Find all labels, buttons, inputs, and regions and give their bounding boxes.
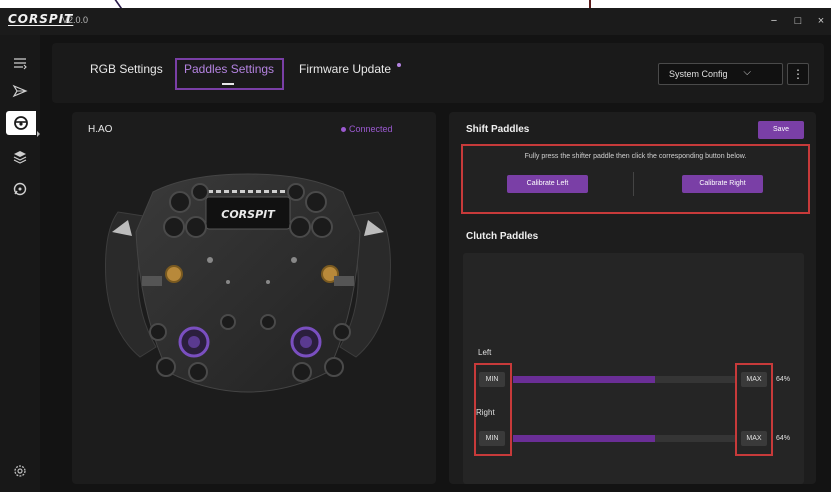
app-version: V2.0.0 <box>62 15 89 25</box>
min-highlight-box <box>474 363 512 456</box>
chevron-down-icon: ⌵ <box>743 67 751 78</box>
minimize-button[interactable]: − <box>766 13 782 29</box>
clutch-left-bar <box>513 376 735 383</box>
clutch-paddles-title: Clutch Paddles <box>466 231 539 242</box>
tab-rgb-settings[interactable]: RGB Settings <box>90 62 163 76</box>
tab-paddles-settings[interactable]: Paddles Settings <box>184 62 274 76</box>
menu-icon[interactable] <box>8 51 32 75</box>
maximize-button[interactable]: □ <box>790 13 806 29</box>
clutch-left-fill <box>513 376 656 383</box>
calibrate-right-button[interactable]: Calibrate Right <box>682 175 763 193</box>
shift-paddles-title: Shift Paddles <box>466 124 530 135</box>
wheel-logo: CORSPIT <box>221 208 276 221</box>
gear-icon[interactable] <box>8 459 32 483</box>
calibrate-left-button[interactable]: Calibrate Left <box>507 175 588 193</box>
active-indicator <box>37 131 40 137</box>
clutch-right-fill <box>513 435 656 442</box>
sidebar <box>0 35 40 492</box>
shift-instruction: Fully press the shifter paddle then clic… <box>524 153 747 160</box>
update-badge-dot <box>397 63 401 67</box>
config-select-value: System Config <box>669 69 728 79</box>
steering-wheel-image: CORSPIT <box>105 173 391 393</box>
clutch-left-label: Left <box>478 348 492 357</box>
title-bar: CORSPIT V2.0.0 − □ × <box>0 8 831 35</box>
save-button[interactable]: Save <box>758 121 804 139</box>
shift-divider <box>633 172 634 196</box>
device-name: H.AO <box>88 124 113 135</box>
config-select[interactable]: System Config ⌵ <box>658 63 783 85</box>
clutch-right-percent: 64% <box>776 435 791 442</box>
more-options-button[interactable]: ⋮ <box>787 63 809 85</box>
tab-firmware-update[interactable]: Firmware Update <box>299 62 391 76</box>
connection-status: Connected <box>349 124 393 134</box>
layers-icon[interactable] <box>8 145 32 169</box>
max-highlight-box <box>735 363 773 456</box>
close-button[interactable]: × <box>813 13 829 29</box>
status-dot <box>341 127 346 132</box>
steering-wheel-icon[interactable] <box>6 111 36 135</box>
tab-underline <box>222 83 234 85</box>
send-icon[interactable] <box>8 79 32 103</box>
chat-icon[interactable] <box>8 177 32 201</box>
clutch-left-percent: 64% <box>776 376 791 383</box>
clutch-right-bar <box>513 435 735 442</box>
